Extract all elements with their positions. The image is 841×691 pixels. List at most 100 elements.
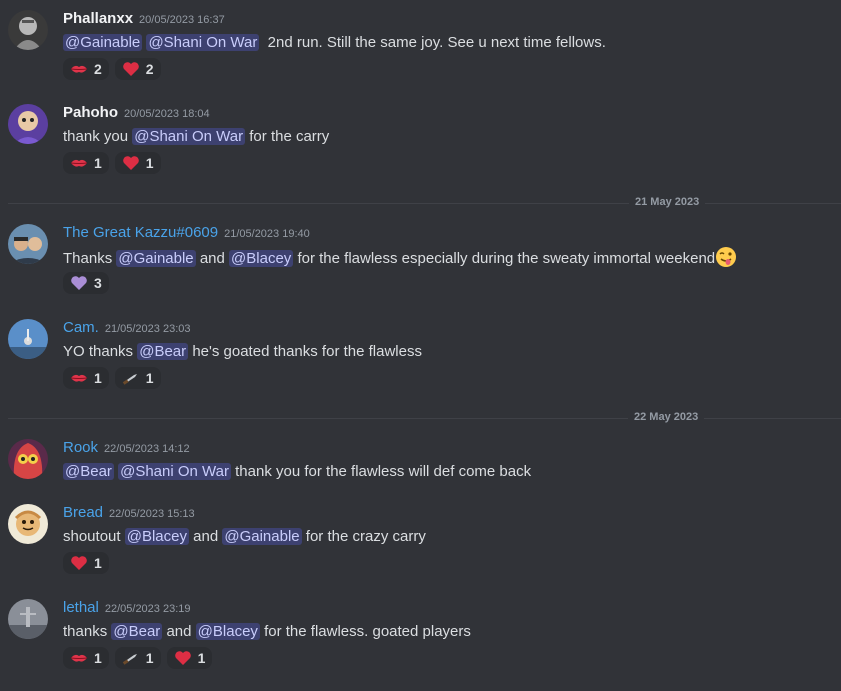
reaction-count: 2: [94, 61, 102, 77]
username[interactable]: Bread: [63, 504, 103, 521]
username[interactable]: lethal: [63, 599, 99, 616]
message-content: @Gainable @Shani On War 2nd run. Still t…: [63, 32, 606, 54]
mention[interactable]: @Bear: [137, 343, 189, 360]
username[interactable]: Cam.: [63, 319, 99, 336]
winking-face-tongue-icon: [715, 246, 737, 268]
timestamp: 21/05/2023 19:40: [224, 228, 310, 240]
message-text: thank you: [63, 128, 129, 145]
reactions: 1 1: [63, 367, 161, 389]
message-cam: Cam. 21/05/2023 23:03 YO thanks @Bear he'…: [0, 319, 841, 389]
reaction-count: 1: [94, 370, 102, 386]
mention[interactable]: @Gainable: [63, 34, 143, 51]
message-text: Thanks: [63, 250, 113, 267]
timestamp: 20/05/2023 16:37: [139, 14, 225, 26]
reaction-lips[interactable]: 1: [63, 647, 109, 669]
message-text: for the crazy carry: [305, 528, 426, 545]
reactions: 2 2: [63, 58, 161, 80]
avatar[interactable]: [8, 599, 48, 639]
mention[interactable]: @Bear: [111, 623, 163, 640]
red-heart-icon: [174, 649, 192, 667]
lips-icon: [70, 369, 88, 387]
avatar[interactable]: [8, 10, 48, 50]
timestamp: 22/05/2023 14:12: [104, 443, 190, 455]
message-phallanxx: Phallanxx 20/05/2023 16:37 @Gainable @Sha…: [0, 10, 841, 80]
mention[interactable]: @Blacey: [195, 623, 260, 640]
red-heart-icon: [70, 554, 88, 572]
reaction-heart[interactable]: 1: [166, 647, 213, 669]
red-heart-icon: [122, 154, 140, 172]
reaction-heart[interactable]: 1: [114, 152, 161, 174]
date-divider: 21 May 2023: [8, 196, 841, 208]
message-text: for the carry: [249, 128, 330, 145]
message-text: for the flawless. goated players: [264, 623, 471, 640]
mention[interactable]: @Shani On War: [146, 34, 260, 51]
timestamp: 22/05/2023 15:13: [109, 508, 195, 520]
avatar[interactable]: [8, 504, 48, 544]
message-content: Thanks @Gainable and @Blacey for the fla…: [63, 246, 737, 270]
reaction-heart[interactable]: 2: [114, 58, 161, 80]
message-text: and: [199, 250, 225, 267]
lips-icon: [70, 60, 88, 78]
reaction-count: 1: [94, 155, 102, 171]
reactions: 1 1 1: [63, 647, 213, 669]
reaction-lips[interactable]: 1: [63, 367, 109, 389]
message-content: thanks @Bear and @Blacey for the flawles…: [63, 621, 471, 643]
message-text: thanks: [63, 623, 108, 640]
date-divider: 22 May 2023: [8, 411, 841, 423]
username[interactable]: The Great Kazzu#0609: [63, 224, 218, 241]
message-text: YO thanks: [63, 343, 134, 360]
message-bread: Bread 22/05/2023 15:13 shoutout @Blacey a…: [0, 504, 841, 574]
reaction-count: 1: [197, 650, 206, 666]
purple-heart-icon: [70, 274, 88, 292]
message-pahoho: Pahoho 20/05/2023 18:04 thank you @Shani …: [0, 104, 841, 174]
message-text: for the flawless especially during the s…: [297, 250, 716, 267]
reaction-count: 1: [145, 650, 154, 666]
reaction-knife[interactable]: 1: [114, 367, 161, 389]
reaction-lips[interactable]: 1: [63, 152, 109, 174]
avatar[interactable]: [8, 104, 48, 144]
message-text: thank you for the flawless will def come…: [235, 463, 532, 480]
reaction-count: 3: [94, 275, 102, 291]
reaction-lips[interactable]: 2: [63, 58, 109, 80]
message-text: he's goated thanks for the flawless: [192, 343, 422, 360]
reaction-count: 1: [145, 155, 154, 171]
reactions: 3: [63, 272, 109, 294]
lips-icon: [70, 154, 88, 172]
date-divider-label: 22 May 2023: [628, 411, 705, 423]
reaction-count: 1: [94, 650, 102, 666]
reaction-knife[interactable]: 1: [114, 647, 161, 669]
avatar[interactable]: [8, 439, 48, 479]
red-heart-icon: [122, 60, 140, 78]
avatar[interactable]: [8, 224, 48, 264]
username[interactable]: Phallanxx: [63, 10, 133, 27]
message-content: YO thanks @Bear he's goated thanks for t…: [63, 341, 422, 363]
reaction-heart[interactable]: 1: [63, 552, 109, 574]
mention[interactable]: @Gainable: [116, 250, 196, 267]
reactions: 1 1: [63, 152, 161, 174]
timestamp: 22/05/2023 23:19: [104, 603, 191, 615]
message-content: thank you @Shani On War for the carry: [63, 126, 329, 148]
message-rook: Rook 22/05/2023 14:12 @Bear @Shani On War…: [0, 439, 841, 487]
mention[interactable]: @Blacey: [229, 250, 294, 267]
message-text: 2nd run. Still the same joy. See u next …: [267, 34, 606, 51]
mention[interactable]: @Shani On War: [132, 128, 246, 145]
timestamp: 21/05/2023 23:03: [104, 323, 191, 335]
username[interactable]: Rook: [63, 439, 98, 456]
message-content: shoutout @Blacey and @Gainable for the c…: [63, 526, 426, 548]
lips-icon: [70, 649, 88, 667]
message-kazzu: The Great Kazzu#0609 21/05/2023 19:40 Tha…: [0, 224, 841, 294]
username[interactable]: Pahoho: [63, 104, 118, 121]
mention[interactable]: @Shani On War: [118, 463, 231, 480]
reaction-purple-heart[interactable]: 3: [63, 272, 109, 294]
mention[interactable]: @Blacey: [124, 528, 189, 545]
message-lethal: lethal 22/05/2023 23:19 thanks @Bear and …: [0, 599, 841, 669]
reaction-count: 1: [94, 555, 102, 571]
message-text: shoutout: [63, 528, 121, 545]
reaction-count: 1: [145, 370, 154, 386]
date-divider-label: 21 May 2023: [629, 196, 706, 208]
message-text: and: [166, 623, 192, 640]
mention[interactable]: @Bear: [63, 463, 114, 480]
avatar[interactable]: [8, 319, 48, 359]
message-content: @Bear @Shani On War thank you for the fl…: [63, 461, 531, 483]
mention[interactable]: @Gainable: [222, 528, 302, 545]
